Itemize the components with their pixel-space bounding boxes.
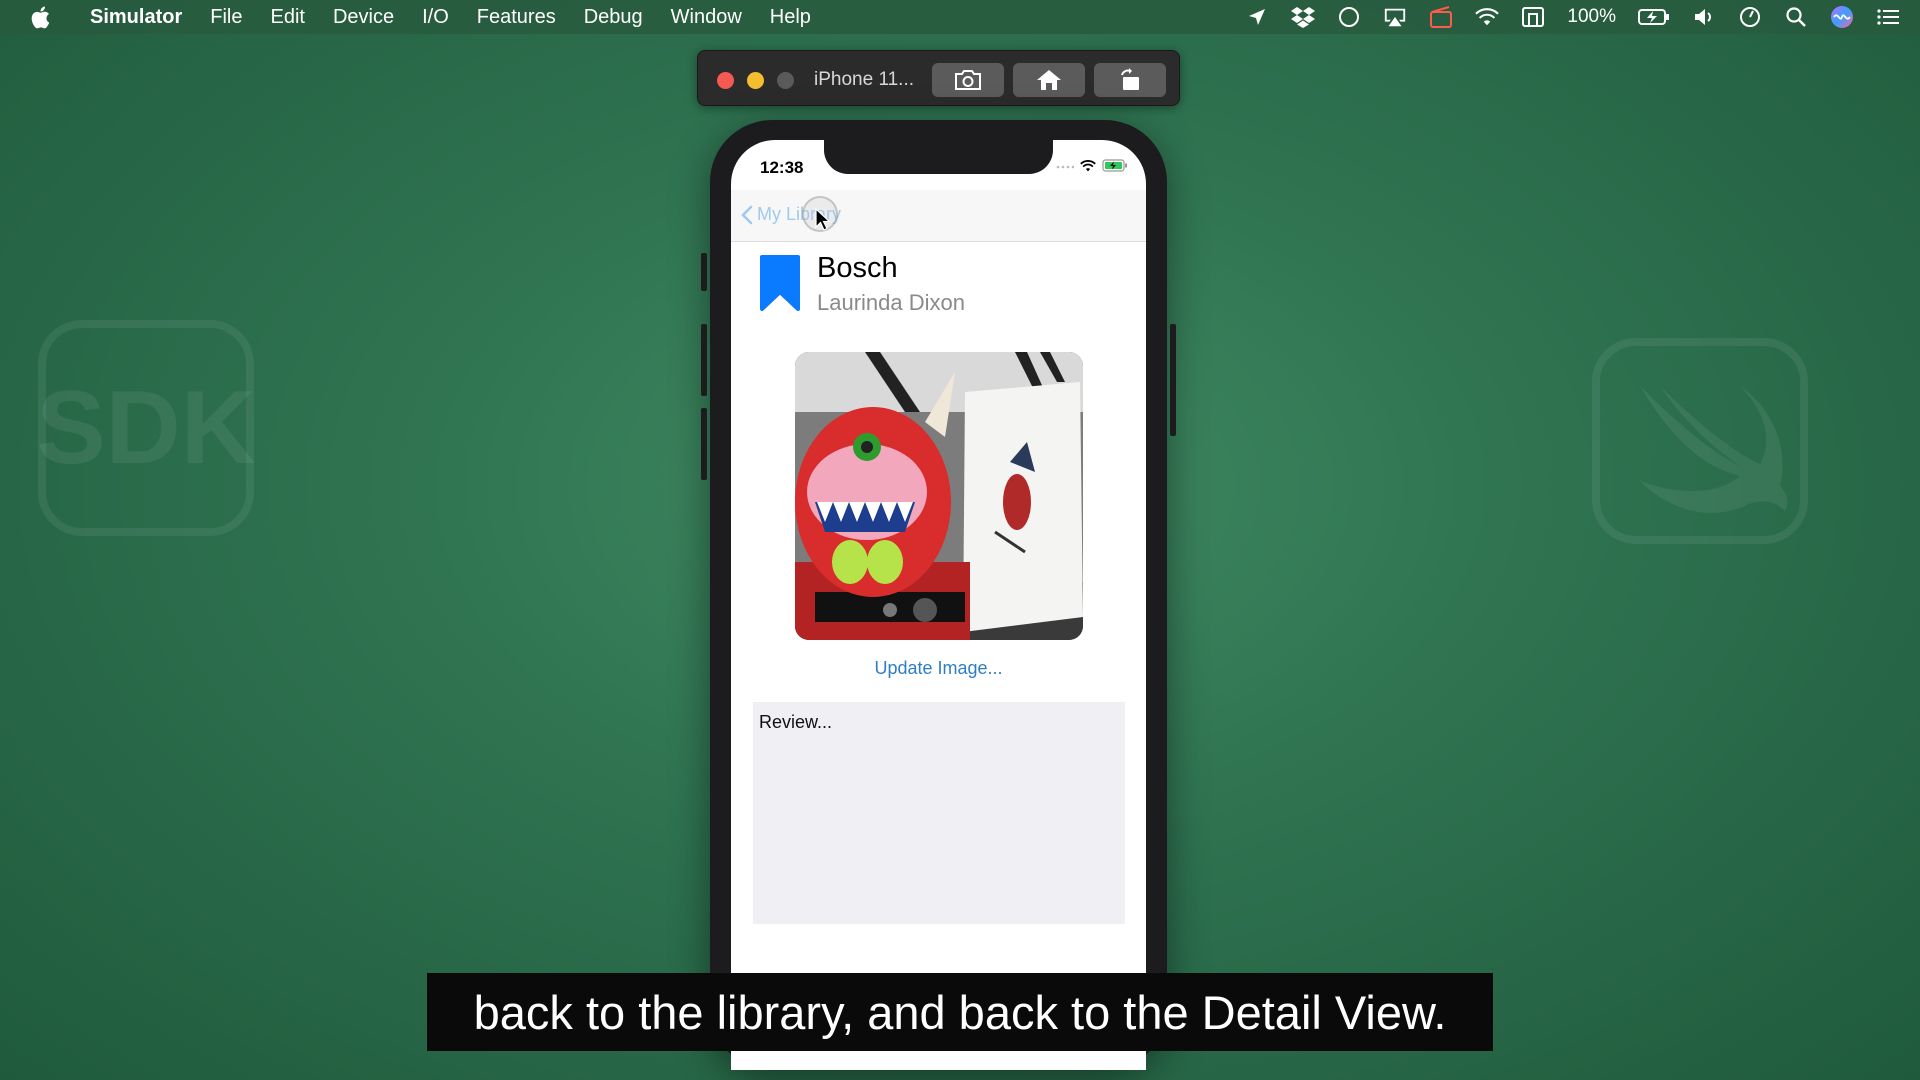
side-power-button — [1170, 324, 1176, 436]
monster-plush-photo — [795, 352, 1083, 640]
home-button[interactable] — [1013, 63, 1085, 97]
review-text-field[interactable]: Review... — [753, 702, 1125, 924]
phone-status-icons — [1056, 159, 1128, 172]
screen-record-icon[interactable] — [1429, 6, 1453, 28]
menu-help[interactable]: Help — [770, 6, 811, 29]
menu-io[interactable]: I/O — [422, 6, 449, 29]
book-title: Bosch — [817, 252, 898, 284]
menu-device[interactable]: Device — [333, 6, 394, 29]
menu-file[interactable]: File — [210, 6, 242, 29]
dropbox-icon[interactable] — [1291, 6, 1316, 28]
simulator-device-title: iPhone 11... — [814, 69, 915, 90]
menu-edit[interactable]: Edit — [270, 6, 304, 29]
update-image-button[interactable]: Update Image... — [731, 658, 1146, 679]
bookmark-icon[interactable] — [759, 254, 801, 312]
book-cover-image — [795, 352, 1083, 640]
swift-bird-icon — [1640, 386, 1788, 513]
wifi-icon[interactable] — [1475, 6, 1500, 28]
volume-icon[interactable] — [1692, 6, 1716, 28]
mute-switch — [701, 253, 707, 291]
simulator-window-toolbar: iPhone 11... — [697, 50, 1180, 106]
volume-up-button — [701, 324, 707, 396]
iphone-device-frame: 12:38 My Library Bosch Laurinda Dixon Up… — [701, 120, 1176, 1070]
rotate-button[interactable] — [1094, 63, 1166, 97]
rotate-icon — [1121, 68, 1139, 90]
sdk-wallpaper-icon: SDK — [36, 320, 256, 536]
status-time: 12:38 — [760, 158, 804, 177]
menu-app-simulator[interactable]: Simulator — [90, 6, 182, 29]
status-menu-area: 100% — [1245, 0, 1900, 34]
circle-icon[interactable] — [1337, 6, 1361, 28]
time-machine-icon[interactable] — [1738, 6, 1762, 28]
sdk-wallpaper-label: SDK — [36, 369, 256, 486]
airplay-icon[interactable] — [1383, 6, 1407, 28]
screenshot-icon — [955, 70, 981, 90]
close-window-button[interactable] — [717, 72, 734, 89]
menu-bar: Simulator File Edit Device I/O Features … — [0, 0, 1920, 34]
apple-menu-icon[interactable] — [30, 6, 68, 29]
phone-wifi-icon — [1080, 159, 1096, 171]
home-icon — [1037, 70, 1061, 90]
phone-notch — [824, 140, 1053, 174]
siri-icon[interactable] — [1830, 6, 1854, 28]
menu-window[interactable]: Window — [671, 6, 742, 29]
minimize-window-button[interactable] — [747, 72, 764, 89]
swift-wallpaper-icon — [1592, 338, 1808, 544]
phone-battery-icon — [1102, 159, 1127, 172]
screenshot-button[interactable] — [932, 63, 1004, 97]
keyboard-input-icon[interactable] — [1521, 6, 1545, 28]
menu-debug[interactable]: Debug — [584, 6, 643, 29]
book-author: Laurinda Dixon — [817, 290, 965, 315]
battery-icon[interactable] — [1638, 6, 1670, 28]
phone-screen: 12:38 My Library Bosch Laurinda Dixon Up… — [731, 140, 1146, 1070]
spotlight-search-icon[interactable] — [1784, 6, 1808, 28]
navigation-bar: My Library — [731, 190, 1146, 242]
volume-down-button — [701, 408, 707, 480]
cellular-signal-icon — [1056, 165, 1074, 168]
video-caption: back to the library, and back to the Det… — [427, 973, 1493, 1051]
chevron-left-icon — [741, 205, 753, 224]
location-arrow-icon[interactable] — [1245, 6, 1269, 28]
menu-features[interactable]: Features — [477, 6, 556, 29]
notification-center-icon[interactable] — [1876, 6, 1900, 28]
battery-percent: 100% — [1567, 6, 1616, 27]
zoom-window-button[interactable] — [777, 72, 794, 89]
review-placeholder: Review... — [759, 712, 833, 732]
mouse-cursor-icon — [815, 208, 831, 231]
